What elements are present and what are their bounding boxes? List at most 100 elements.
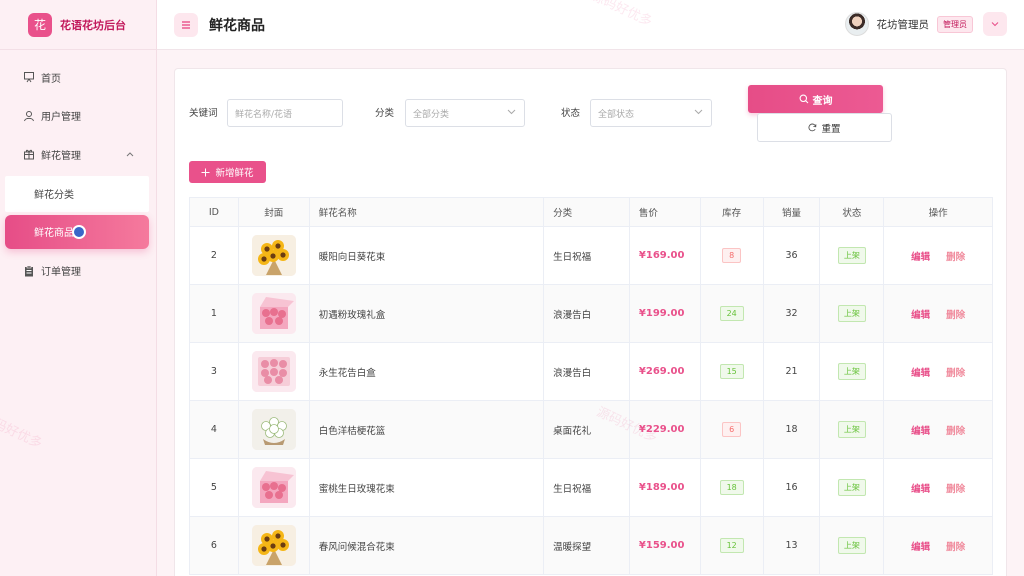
cell-price: ¥199.00 bbox=[629, 285, 701, 342]
edit-button[interactable]: 编辑 bbox=[911, 365, 930, 379]
cell-cover bbox=[238, 517, 310, 574]
cell-sales: 13 bbox=[763, 517, 821, 574]
sidebar-item-flowers[interactable]: 鲜花管理 bbox=[0, 135, 156, 174]
plus-icon bbox=[201, 168, 210, 176]
cell-price: ¥269.00 bbox=[630, 343, 701, 400]
stock-badge: 8 bbox=[722, 248, 742, 263]
delete-button[interactable]: 删除 bbox=[946, 481, 965, 495]
query-button-label: 查询 bbox=[812, 95, 833, 107]
cover-image[interactable] bbox=[251, 525, 296, 566]
keyword-input[interactable]: 鲜花名称/花语 bbox=[227, 99, 343, 127]
stock-badge: 15 bbox=[719, 364, 744, 379]
cell-price: ¥159.00 bbox=[629, 517, 701, 574]
user-menu-button[interactable] bbox=[983, 12, 1007, 36]
cell-id: 4 bbox=[190, 401, 239, 458]
status-badge: 上架 bbox=[837, 537, 866, 554]
column-header-id[interactable]: ID bbox=[190, 198, 239, 226]
price-value: ¥199.00 bbox=[638, 308, 685, 319]
cell-sales: 16 bbox=[764, 459, 821, 516]
sidebar-subitem-products[interactable]: 鲜花商品 bbox=[5, 214, 149, 249]
delete-button[interactable]: 删除 bbox=[946, 423, 965, 437]
table-row: 1 初遇粉玫瑰礼盒 浪漫告白 ¥199.00 24 32 上架 编辑 删除 bbox=[190, 285, 993, 343]
cell-status: 上架 bbox=[820, 401, 885, 458]
status-badge: 上架 bbox=[837, 363, 866, 380]
sidebar-item-orders[interactable]: 订单管理 bbox=[0, 252, 156, 291]
cell-sales: 36 bbox=[764, 227, 821, 284]
delete-button[interactable]: 删除 bbox=[946, 307, 965, 321]
column-header-stock: 库存 bbox=[700, 198, 764, 226]
sidebar-item-users[interactable]: 用户管理 bbox=[0, 97, 156, 136]
clipboard-icon bbox=[23, 265, 35, 277]
cell-sales: 32 bbox=[763, 285, 821, 342]
page-title: 鲜花商品 bbox=[209, 17, 265, 34]
content-card: 关键词 鲜花名称/花语 分类 全部分类 状态 全部状态 查询 重置 新增鲜花 I… bbox=[174, 68, 1007, 576]
edit-button[interactable]: 编辑 bbox=[911, 539, 930, 553]
column-header-name: 鲜花名称 bbox=[309, 198, 545, 226]
chevron-down-icon bbox=[694, 109, 703, 115]
cell-cover bbox=[239, 459, 310, 516]
cell-id: 1 bbox=[190, 285, 239, 342]
sidebar: 花 花语花坊后台 首页 用户管理 鲜花管理 鲜花分类 鲜花商品 订单管理 bbox=[0, 0, 157, 576]
status-select[interactable]: 全部状态 bbox=[590, 99, 712, 127]
cell-name: 永生花告白盒 bbox=[310, 343, 545, 400]
cell-stock: 24 bbox=[700, 285, 764, 342]
products-table: ID 封面 鲜花名称 分类 售价 库存 销量 状态 操作 2 暖阳向日葵花束 生日祝… bbox=[189, 197, 993, 575]
cell-category: 生日祝福 bbox=[544, 459, 630, 516]
sidebar-subitem-categories[interactable]: 鲜花分类 bbox=[5, 175, 149, 212]
cell-name: 白色洋桔梗花篮 bbox=[309, 401, 545, 458]
reset-button-label: 重置 bbox=[821, 123, 841, 135]
avatar[interactable] bbox=[844, 12, 869, 36]
cover-image[interactable] bbox=[251, 235, 296, 276]
user-name: 花坊管理员 bbox=[876, 18, 930, 31]
category-select[interactable]: 全部分类 bbox=[405, 99, 525, 127]
cell-id: 5 bbox=[190, 459, 239, 516]
price-value: ¥269.00 bbox=[638, 366, 685, 377]
cell-category: 生日祝福 bbox=[544, 227, 630, 284]
cell-price: ¥189.00 bbox=[630, 459, 701, 516]
query-button[interactable]: 查询 bbox=[748, 85, 883, 113]
price-value: ¥189.00 bbox=[638, 482, 685, 493]
edit-button[interactable]: 编辑 bbox=[911, 481, 930, 495]
cell-stock: 18 bbox=[701, 459, 764, 516]
status-badge: 上架 bbox=[837, 421, 866, 438]
user-icon bbox=[23, 110, 35, 122]
cover-image[interactable] bbox=[251, 351, 296, 392]
cell-category: 桌面花礼 bbox=[544, 401, 630, 458]
cell-price: ¥229.00 bbox=[629, 401, 701, 458]
stock-badge: 24 bbox=[719, 306, 744, 321]
easel-icon bbox=[23, 71, 35, 83]
chevron-up-icon bbox=[126, 149, 134, 160]
cell-name: 春风问候混合花束 bbox=[309, 517, 545, 574]
edit-button[interactable]: 编辑 bbox=[911, 307, 930, 321]
cover-image[interactable] bbox=[251, 293, 296, 334]
edit-button[interactable]: 编辑 bbox=[911, 423, 930, 437]
cell-id: 6 bbox=[190, 517, 239, 574]
sidebar-item-home[interactable]: 首页 bbox=[0, 58, 156, 97]
table-row: 3 永生花告白盒 浪漫告白 ¥269.00 15 21 上架 编辑 删除 bbox=[190, 343, 992, 401]
price-value: ¥169.00 bbox=[638, 250, 685, 261]
cell-actions: 编辑 删除 bbox=[884, 517, 993, 574]
keyword-placeholder: 鲜花名称/花语 bbox=[235, 109, 293, 120]
menu-toggle-button[interactable] bbox=[174, 12, 198, 37]
cell-cover bbox=[238, 401, 310, 458]
chevron-down-icon bbox=[991, 22, 999, 27]
column-header-price: 售价 bbox=[629, 198, 701, 226]
delete-button[interactable]: 删除 bbox=[946, 539, 965, 553]
sidebar-item-label: 鲜花商品 bbox=[34, 228, 74, 239]
edit-button[interactable]: 编辑 bbox=[911, 249, 930, 263]
cell-stock: 15 bbox=[701, 343, 764, 400]
delete-button[interactable]: 删除 bbox=[946, 249, 965, 263]
add-flower-button[interactable]: 新增鲜花 bbox=[189, 161, 266, 183]
reset-button[interactable]: 重置 bbox=[757, 113, 892, 142]
cell-status: 上架 bbox=[820, 343, 885, 400]
table-row: 4 白色洋桔梗花篮 桌面花礼 ¥229.00 6 18 上架 编辑 删除 bbox=[190, 401, 993, 459]
sidebar-item-label: 用户管理 bbox=[41, 112, 81, 124]
cell-stock: 6 bbox=[700, 401, 764, 458]
delete-button[interactable]: 删除 bbox=[946, 365, 965, 379]
brand-logo: 花 bbox=[28, 12, 52, 37]
cover-image[interactable] bbox=[251, 409, 296, 450]
cell-stock: 8 bbox=[701, 227, 764, 284]
cover-image[interactable] bbox=[251, 467, 296, 508]
brand-name: 花语花坊后台 bbox=[60, 18, 126, 32]
sidebar-item-label: 订单管理 bbox=[41, 267, 81, 279]
